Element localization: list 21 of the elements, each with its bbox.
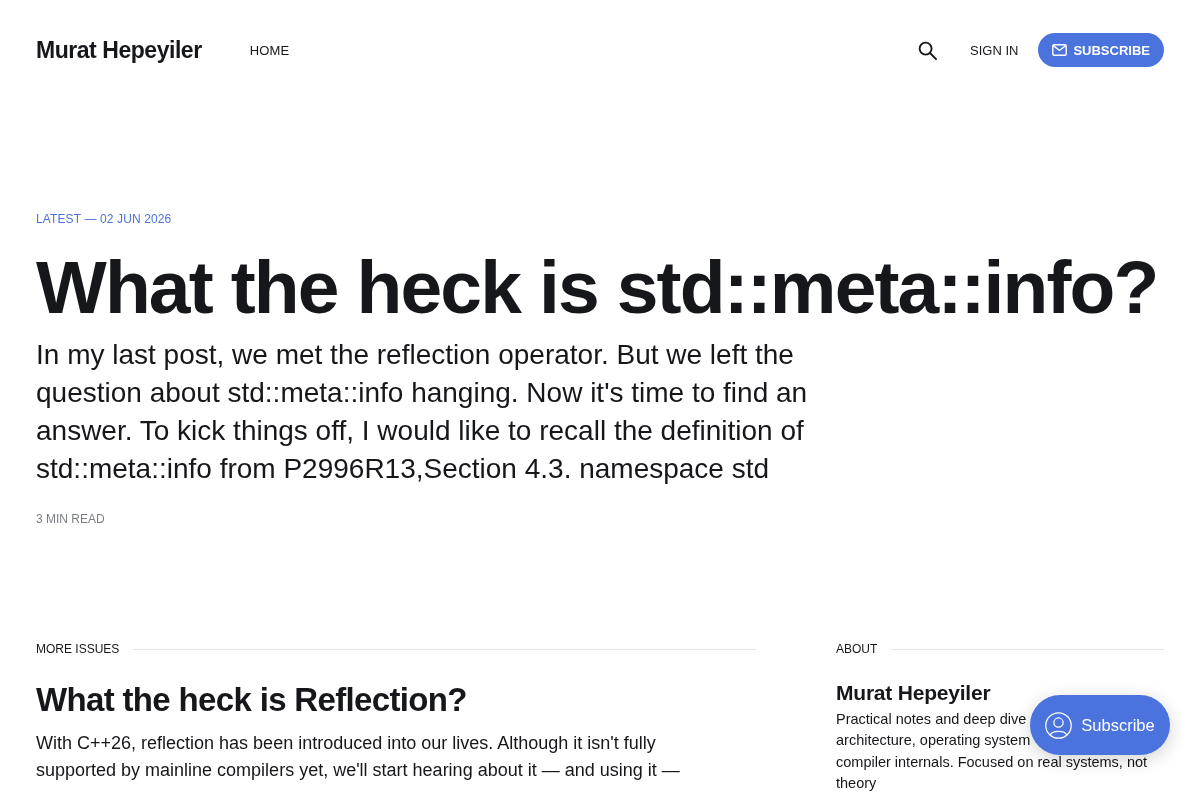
user-icon: [1045, 711, 1073, 739]
section-heading: ABOUT: [836, 642, 878, 656]
site-title[interactable]: Murat Hepeyiler: [36, 36, 202, 64]
post-excerpt: In my last post, we met the reflection operator. But we left the question about std::meta::info hanging. Now it's time to find an answer. To kick things off, I would like to recall the definition of std::meta::info from P2996R13,Section 4.3. namespace std: [36, 338, 809, 486]
mail-icon: [1052, 44, 1068, 56]
author-bio-line: compiler internals. Focused on real systems, not: [836, 752, 1148, 772]
author-name: Murat Hepeyiler: [836, 680, 991, 706]
post-excerpt: With C++26, reflection has been introduced into our lives. Although it isn't fully supported by mainline compilers yet, we'll start hearing about it — and using it —: [36, 732, 681, 782]
sign-in-link[interactable]: SIGN IN: [970, 42, 1019, 58]
post-title[interactable]: What the heck is std::meta::info?: [36, 246, 1158, 328]
author-bio-line: Practical notes and deep dive: [836, 710, 1027, 729]
nav-link[interactable]: HOME: [249, 42, 290, 58]
section-heading: MORE ISSUES: [36, 642, 120, 656]
floating-subscribe-button[interactable]: Subscribe: [1030, 695, 1170, 755]
search-icon[interactable]: [918, 40, 937, 60]
subscribe-button[interactable]: SUBSCRIBE: [1038, 33, 1164, 67]
post-date-label[interactable]: LATEST — 02 JUN 2026: [36, 212, 172, 226]
author-bio-line: theory: [836, 773, 877, 793]
post-title[interactable]: What the heck is Reflection?: [36, 680, 756, 720]
reading-time: 3 MIN READ: [36, 512, 105, 526]
author-bio-line: architecture, operating system: [836, 731, 1031, 751]
